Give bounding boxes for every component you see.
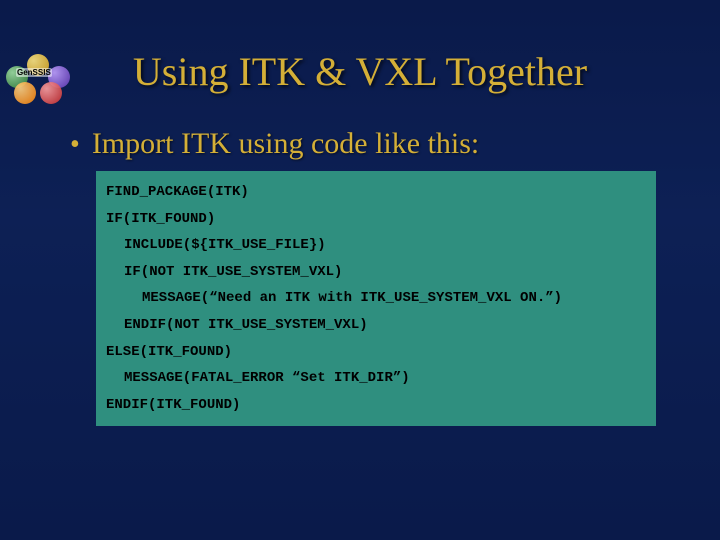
code-line: ENDIF(ITK_FOUND) xyxy=(106,392,646,419)
code-line: MESSAGE(FATAL_ERROR “Set ITK_DIR”) xyxy=(106,365,646,392)
logo: GenSSIS xyxy=(6,54,70,102)
code-line: MESSAGE(“Need an ITK with ITK_USE_SYSTEM… xyxy=(106,285,646,312)
bullet-text: Import ITK using code like this: xyxy=(92,127,479,161)
code-line: IF(ITK_FOUND) xyxy=(106,206,646,233)
slide-title: Using ITK & VXL Together xyxy=(0,48,720,95)
logo-petal xyxy=(40,82,62,104)
code-line: IF(NOT ITK_USE_SYSTEM_VXL) xyxy=(106,259,646,286)
content-area: • Import ITK using code like this: FIND_… xyxy=(60,127,670,426)
code-line: ELSE(ITK_FOUND) xyxy=(106,339,646,366)
bullet-icon: • xyxy=(70,131,80,159)
code-line: FIND_PACKAGE(ITK) xyxy=(106,179,646,206)
code-block: FIND_PACKAGE(ITK) IF(ITK_FOUND) INCLUDE(… xyxy=(96,171,656,426)
logo-petal xyxy=(14,82,36,104)
logo-label: GenSSIS xyxy=(16,68,52,77)
code-line: INCLUDE(${ITK_USE_FILE}) xyxy=(106,232,646,259)
code-line: ENDIF(NOT ITK_USE_SYSTEM_VXL) xyxy=(106,312,646,339)
bullet-item: • Import ITK using code like this: xyxy=(70,127,670,161)
